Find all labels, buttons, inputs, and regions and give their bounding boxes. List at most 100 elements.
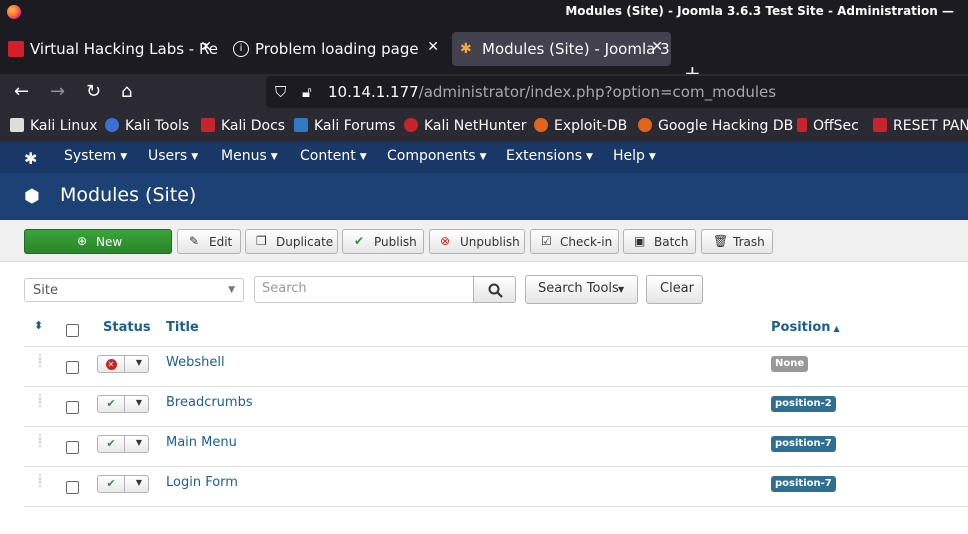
checkbox-icon: ☑ (541, 234, 552, 248)
kali-forums-icon (294, 118, 308, 132)
caret-down-icon[interactable]: ▼ (136, 438, 142, 447)
status-column-header[interactable]: Status (103, 320, 151, 335)
url-text[interactable]: 10.14.1.177/administrator/index.php?opti… (328, 83, 776, 101)
reload-icon[interactable]: ↻ (86, 80, 101, 104)
position-badge: None (771, 356, 809, 372)
edit-button[interactable]: ✎ Edit (177, 229, 241, 254)
table-header: ⬍ Status Title Position ▲ (24, 310, 968, 347)
check-icon: ✔ (354, 234, 365, 248)
search-placeholder: Search (262, 281, 307, 296)
navigation-toolbar: ← → ↻ ⌂ ⛉ 🔓︎ 10.14.1.177/administrator/i… (0, 74, 968, 110)
row-checkbox[interactable] (66, 401, 79, 414)
forward-arrow-icon[interactable]: → (50, 80, 65, 104)
module-title-link[interactable]: Webshell (166, 355, 225, 370)
published-check-icon[interactable]: ✔ (98, 436, 125, 452)
bookmark-google-hacking-db[interactable]: Google Hacking DB (638, 118, 793, 134)
caret-down-icon: ▼ (479, 152, 487, 162)
search-input[interactable]: Search (254, 276, 474, 303)
caret-down-icon: ▼ (359, 152, 367, 162)
insecure-lock-icon[interactable]: 🔓︎ (302, 83, 312, 101)
bookmark-kali-nethunter[interactable]: Kali NetHunter (404, 118, 526, 134)
drag-handle-icon[interactable]: ⋮ ⋮ (35, 394, 45, 409)
row-checkbox[interactable] (66, 361, 79, 374)
status-toggle[interactable]: ✕ ▼ (97, 355, 149, 373)
joomla-logo-icon[interactable]: ✱ (24, 149, 37, 168)
drag-handle-icon[interactable]: ⋮ ⋮ (35, 434, 45, 449)
close-tab-icon[interactable]: ✕ (427, 39, 439, 55)
bookmark-kali-tools[interactable]: Kali Tools (105, 118, 189, 134)
clear-button[interactable]: Clear (646, 275, 703, 304)
check-all-checkbox[interactable] (66, 324, 79, 337)
action-toolbar: ⊕ New ✎ Edit ❐ Duplicate ✔ Publish ⊗ Unp… (0, 220, 968, 262)
bookmarks-toolbar: Kali Linux Kali Tools Kali Docs Kali For… (0, 110, 968, 142)
menu-menus[interactable]: Menus ▼ (221, 148, 278, 164)
status-toggle[interactable]: ✔ ▼ (97, 395, 149, 413)
row-checkbox[interactable] (66, 441, 79, 454)
caret-down-icon[interactable]: ▼ (136, 398, 142, 407)
search-button[interactable] (473, 276, 516, 303)
bookmark-kali-forums[interactable]: Kali Forums (294, 118, 395, 134)
caret-down-icon: ▼ (120, 152, 128, 162)
new-button[interactable]: ⊕ New (24, 229, 172, 254)
shield-icon[interactable]: ⛉ (275, 83, 286, 101)
unpublished-icon[interactable]: ✕ (98, 356, 125, 372)
menu-users[interactable]: Users ▼ (148, 148, 198, 164)
tab-label: Virtual Hacking Labs - Re (30, 40, 218, 58)
menu-help[interactable]: Help ▼ (613, 148, 656, 164)
back-arrow-icon[interactable]: ← (14, 80, 29, 104)
tab-virtual-hacking-labs[interactable]: Virtual Hacking Labs - Re ✕ (0, 32, 220, 66)
menu-extensions[interactable]: Extensions ▼ (506, 148, 593, 164)
position-badge: position-2 (771, 396, 836, 412)
tab-bar: Virtual Hacking Labs - Re ✕ i Problem lo… (0, 24, 968, 83)
home-icon[interactable]: ⌂ (121, 80, 132, 104)
unpublish-button[interactable]: ⊗ Unpublish (429, 229, 525, 254)
tab-problem-loading[interactable]: i Problem loading page ✕ (225, 32, 447, 66)
url-bar[interactable]: ⛉ 🔓︎ 10.14.1.177/administrator/index.php… (266, 76, 968, 108)
bookmark-kali-docs[interactable]: Kali Docs (201, 118, 285, 134)
module-title-link[interactable]: Login Form (166, 475, 238, 490)
batch-button[interactable]: ▣ Batch (623, 229, 696, 254)
module-title-link[interactable]: Main Menu (166, 435, 237, 450)
menu-content[interactable]: Content ▼ (300, 148, 367, 164)
module-title-link[interactable]: Breadcrumbs (166, 395, 253, 410)
joomla-favicon-icon: ✱ (460, 41, 472, 57)
published-check-icon[interactable]: ✔ (98, 396, 125, 412)
row-checkbox[interactable] (66, 481, 79, 494)
sort-asc-icon: ▲ (833, 324, 840, 333)
close-tab-icon[interactable]: ✕ (651, 39, 663, 55)
firefox-icon (7, 5, 21, 19)
search-tools-button[interactable]: Search Tools ▼ (525, 275, 638, 304)
bookmark-reset-pan[interactable]: RESET PAN (873, 118, 968, 134)
check-in-button[interactable]: ☑ Check-in (530, 229, 619, 254)
menu-system[interactable]: System ▼ (64, 148, 127, 164)
trash-icon: 🗑︎ (713, 234, 729, 248)
position-badge: position-7 (771, 476, 836, 492)
trash-button[interactable]: 🗑︎ Trash (701, 229, 773, 254)
info-icon: i (233, 41, 249, 57)
caret-down-icon[interactable]: ▼ (136, 358, 142, 367)
publish-button[interactable]: ✔ Publish (342, 229, 424, 254)
menu-components[interactable]: Components ▼ (387, 148, 487, 164)
title-column-header[interactable]: Title (166, 320, 199, 335)
drag-handle-icon[interactable]: ⋮ ⋮ (35, 474, 45, 489)
ghdb-icon (638, 118, 652, 132)
close-tab-icon[interactable]: ✕ (200, 39, 212, 55)
duplicate-button[interactable]: ❐ Duplicate (245, 229, 338, 254)
bookmark-exploit-db[interactable]: Exploit-DB (534, 118, 627, 134)
tab-label: Problem loading page (255, 40, 419, 58)
status-toggle[interactable]: ✔ ▼ (97, 475, 149, 493)
published-check-icon[interactable]: ✔ (98, 476, 125, 492)
position-column-header[interactable]: Position ▲ (771, 320, 840, 335)
kali-dragon-icon (10, 118, 24, 132)
sort-ordering-icon[interactable]: ⬍ (34, 319, 43, 332)
bookmark-kali-linux[interactable]: Kali Linux (10, 118, 97, 134)
caret-down-icon[interactable]: ▼ (136, 478, 142, 487)
kali-tools-icon (105, 118, 119, 132)
bookmark-offsec[interactable]: OffSec (797, 118, 859, 134)
client-select[interactable]: Site ▼ (24, 278, 244, 302)
tab-modules-site[interactable]: ✱ Modules (Site) - Joomla 3 ✕ (452, 32, 671, 66)
status-toggle[interactable]: ✔ ▼ (97, 435, 149, 453)
drag-handle-icon[interactable]: ⋮ ⋮ (35, 354, 45, 369)
caret-down-icon: ▼ (648, 152, 656, 162)
exploit-db-icon (534, 118, 548, 132)
